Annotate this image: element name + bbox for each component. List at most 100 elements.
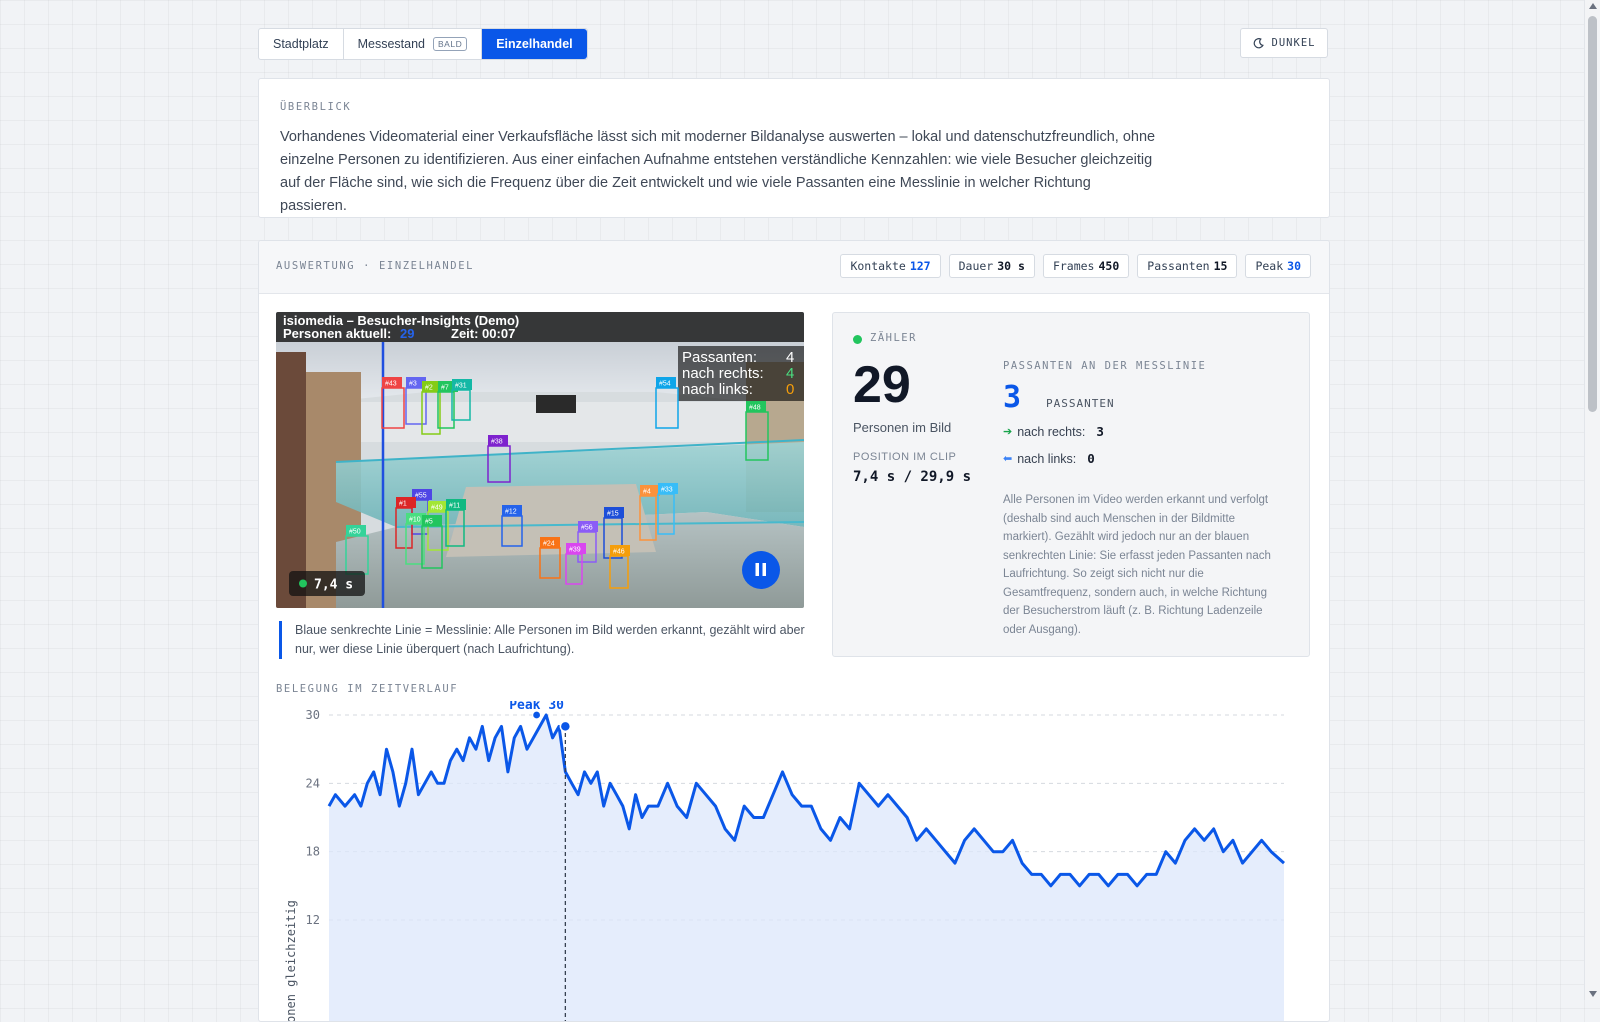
direction-right: ➔ nach rechts: 3 (1003, 424, 1104, 439)
timeline-label: BELEGUNG IM ZEITVERLAUF (276, 683, 459, 695)
arrow-left-icon: ⬅ (1003, 453, 1013, 465)
overlay-links-value: 0 (786, 381, 794, 398)
stat-chip-frames: Frames 450 (1042, 254, 1130, 278)
video-player[interactable]: #43 #3 #2 #7 #31 #54 #48 #38 #55 #1 #49 #11 #12 #10 #5… (276, 312, 804, 608)
y-tick-label: 24 (306, 776, 320, 790)
passanten-count: 3 (1003, 380, 1022, 415)
stat-chip-peak: Peak 30 (1245, 254, 1311, 278)
y-tick-label: 30 (306, 708, 320, 722)
detection-id: #7 (441, 385, 449, 392)
measure-line-note: Blaue senkrechte Linie = Messlinie: Alle… (279, 621, 810, 659)
overview-card: ÜBERBLICK Vorhandenes Videomaterial eine… (258, 78, 1330, 218)
overlay-persons-label: Personen aktuell: (283, 326, 391, 341)
position-value: 7,4 s / 29,9 s (853, 469, 972, 485)
occupancy-area (329, 715, 1284, 1021)
time-badge-label: 7,4 s (314, 578, 353, 593)
detection-id: #33 (661, 487, 673, 494)
analysis-card: AUSWERTUNG · EINZELHANDEL Kontakte 127 Da… (258, 240, 1330, 1022)
tab-label: Einzelhandel (496, 37, 573, 51)
detection-id: #38 (491, 439, 503, 446)
tab-stadtplatz[interactable]: Stadtplatz (259, 29, 344, 59)
detection-id: #54 (659, 381, 671, 388)
pause-icon (755, 563, 759, 576)
overlay-rechts-label: nach rechts: (682, 365, 764, 382)
detection-id: #24 (543, 541, 555, 548)
overlay-time: Zeit: 00:07 (451, 326, 515, 341)
detection-id: #10 (409, 517, 421, 524)
counter-description: Alle Personen im Video werden erkannt un… (1003, 494, 1271, 636)
scroll-up-icon[interactable] (1589, 3, 1597, 9)
dark-mode-button[interactable]: DUNKEL (1240, 28, 1328, 58)
detection-id: #1 (399, 501, 407, 508)
scrollbar-thumb[interactable] (1588, 16, 1597, 412)
tab-messestand[interactable]: Messestand BALD (344, 29, 483, 59)
counter-label: ZÄHLER (870, 332, 917, 344)
detection-id: #39 (569, 547, 581, 554)
passanten-unit: PASSANTEN (1046, 397, 1115, 410)
peak-label: Peak 30 (509, 701, 564, 713)
tab-einzelhandel[interactable]: Einzelhandel (482, 29, 587, 59)
scrollbar[interactable] (1584, 0, 1600, 1000)
moon-icon (1253, 37, 1264, 48)
arrow-right-icon: ➔ (1003, 426, 1013, 438)
occupancy-chart[interactable]: Personen gleichzeitig 12 18 24 30 Peak 30 (276, 701, 1296, 1022)
direction-right-label: nach rechts: (1017, 424, 1086, 439)
scroll-down-icon[interactable] (1589, 991, 1597, 997)
direction-left: ⬅ nach links: 0 (1003, 451, 1095, 466)
stat-value: 127 (909, 259, 931, 273)
analysis-label: AUSWERTUNG · EINZELHANDEL (276, 260, 475, 272)
stat-value: 30 (1287, 259, 1301, 273)
stat-label: Passanten (1147, 259, 1210, 273)
overview-label: ÜBERBLICK (280, 101, 352, 113)
direction-right-value: 3 (1096, 424, 1104, 439)
detection-id: #15 (607, 511, 619, 518)
overlay-persons-value: 29 (400, 326, 414, 341)
y-tick-label: 18 (306, 845, 320, 859)
detection-id: #4 (643, 489, 651, 496)
detection-id: #12 (505, 509, 517, 516)
tab-label: Messestand (357, 37, 425, 51)
stat-label: Peak (1255, 259, 1284, 273)
detection-id: #56 (581, 525, 593, 532)
overlay-passanten-value: 4 (786, 349, 794, 366)
overlay-rechts-value: 4 (786, 365, 794, 382)
stat-chips: Kontakte 127 Dauer 30 s Frames 450 Passante… (840, 254, 1311, 278)
video-frame: #43 #3#2 #7 #31 #54#48#38#55#1#49 #11#12#10 #5… (276, 312, 804, 608)
y-axis-label: Personen gleichzeitig (284, 900, 298, 1022)
counter-panel: ZÄHLER 29 Personen im Bild POSITION IM C… (832, 312, 1310, 657)
stat-chip-kontakte: Kontakte 127 (840, 254, 941, 278)
scenario-tabs: Stadtplatz Messestand BALD Einzelhandel (258, 28, 588, 60)
detection-id: #11 (449, 503, 460, 510)
detection-id: #2 (425, 385, 433, 392)
detection-id: #5 (425, 519, 433, 526)
detection-id: #55 (415, 493, 427, 500)
detection-id: #49 (431, 505, 443, 512)
y-tick-label: 12 (306, 913, 320, 927)
tab-label: Stadtplatz (273, 37, 329, 51)
analysis-header: AUSWERTUNG · EINZELHANDEL Kontakte 127 Da… (259, 241, 1329, 294)
dark-mode-label: DUNKEL (1271, 37, 1316, 49)
soon-badge: BALD (433, 37, 468, 51)
passanten-label: PASSANTEN AN DER MESSLINIE (1003, 360, 1207, 372)
stat-value: 15 (1213, 259, 1228, 273)
pause-button[interactable] (742, 551, 780, 589)
stat-value: 30 s (997, 259, 1025, 273)
current-point (559, 720, 572, 733)
position-label: POSITION IM CLIP (853, 451, 957, 463)
live-dot-icon (299, 579, 307, 588)
detection-id: #31 (455, 383, 467, 390)
detection-id: #46 (613, 549, 625, 556)
detection-id: #48 (749, 405, 761, 412)
stat-chip-passanten: Passanten 15 (1137, 254, 1238, 278)
overlay-passanten-label: Passanten: (682, 349, 757, 366)
live-indicator-icon (853, 335, 862, 344)
stat-value: 450 (1098, 259, 1120, 273)
detection-id: #43 (385, 381, 397, 388)
persons-caption: Personen im Bild (853, 420, 952, 435)
stat-chip-dauer: Dauer 30 s (948, 254, 1035, 278)
overlay-links-label: nach links: (682, 381, 753, 398)
stat-label: Frames (1052, 259, 1095, 273)
stat-label: Kontakte (850, 259, 906, 273)
detection-id: #50 (349, 529, 361, 536)
direction-left-label: nach links: (1017, 451, 1077, 466)
